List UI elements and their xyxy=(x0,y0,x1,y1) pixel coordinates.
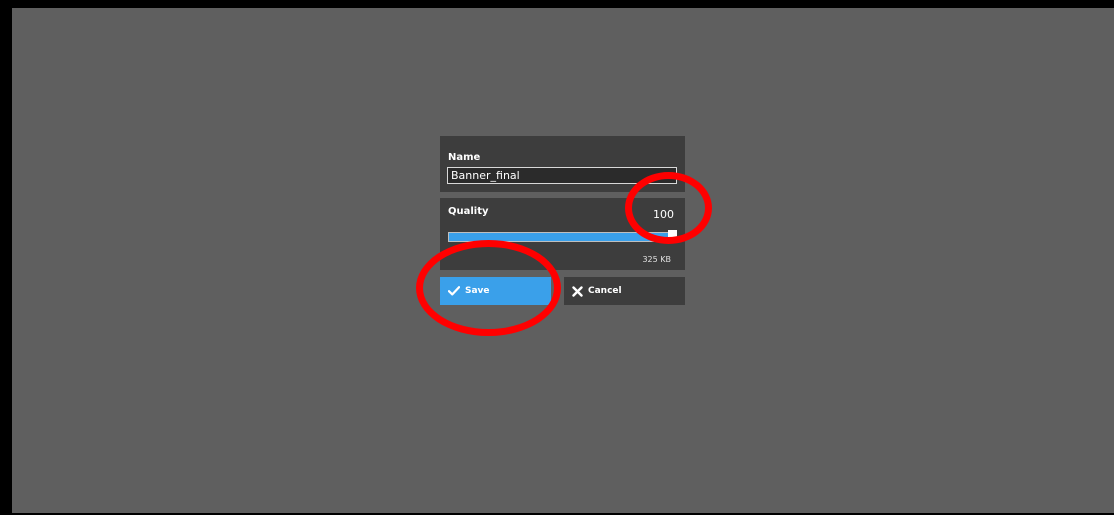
quality-panel: Quality 100 325 KB xyxy=(440,198,685,270)
save-button[interactable]: Save xyxy=(440,277,551,305)
quality-slider-fill xyxy=(449,233,673,241)
screen: Name Quality 100 325 KB Save xyxy=(0,0,1114,515)
cancel-button-label: Cancel xyxy=(588,286,622,296)
quality-slider-thumb[interactable] xyxy=(668,230,677,242)
name-input[interactable] xyxy=(447,167,677,184)
save-dialog: Name Quality 100 325 KB Save xyxy=(440,136,685,305)
dialog-buttons: Save Cancel xyxy=(440,277,685,305)
quality-value: 100 xyxy=(653,208,674,221)
quality-slider[interactable] xyxy=(448,230,677,242)
name-label: Name xyxy=(448,152,481,163)
save-button-label: Save xyxy=(465,286,490,296)
name-panel: Name xyxy=(440,136,685,192)
cancel-button[interactable]: Cancel xyxy=(564,277,685,305)
check-icon xyxy=(448,286,460,296)
quality-label: Quality xyxy=(448,206,489,217)
close-icon xyxy=(572,285,583,297)
file-size-label: 325 KB xyxy=(642,255,671,264)
